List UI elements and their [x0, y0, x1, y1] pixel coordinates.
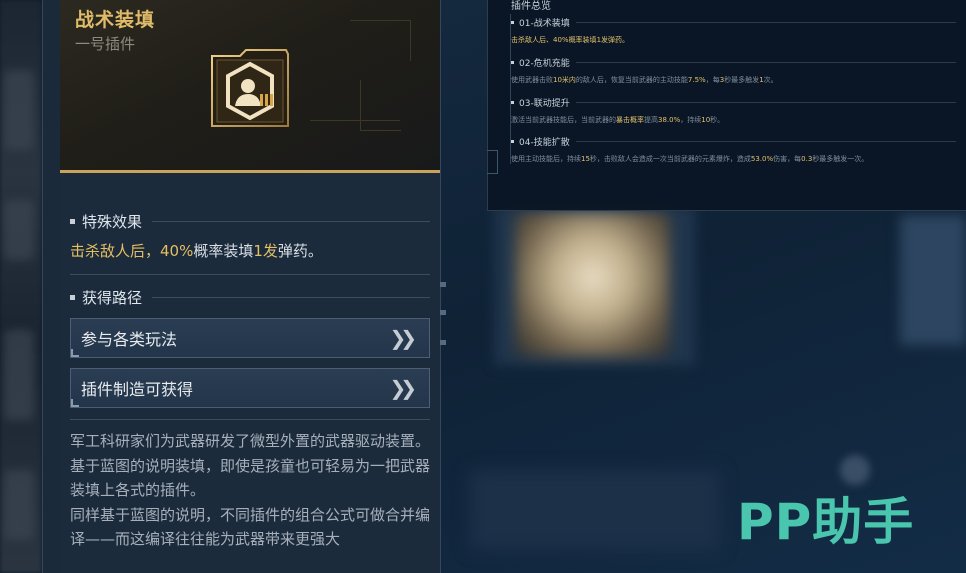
lore-paragraph: 基于蓝图的说明装填，即使是孩童也可轻易为一把武器装填上各式的插件。: [70, 456, 431, 500]
special-effect-text: 击杀敌人后，40%概率装填1发弹药。: [70, 240, 323, 261]
overview-item: 01-战术装填击杀敌人后、40%概率装填1发弹药。: [511, 16, 956, 45]
overview-desc-part: 40%: [553, 36, 569, 44]
overview-item-desc: 激活当前武器技能后，当前武器的暴击概率提高38.0%，持续10秒。: [511, 115, 956, 125]
overview-item: 04-技能扩散使用主动技能后，持续15秒，击败敌人会造成一次当前武器的元素爆炸，…: [511, 135, 956, 164]
lore-paragraph: 同样基于蓝图的说明，不同插件的组合公式可做合并编译——而这编译往往能为武器带来更…: [70, 505, 431, 549]
overview-side-tab[interactable]: [487, 150, 498, 174]
overview-item: 02-危机充能使用武器击败10米内的敌人后，恢复当前武器的主动技能7.5%，每3…: [511, 56, 956, 85]
overview-desc-part: ，每: [705, 76, 720, 84]
route-button-crafting[interactable]: 插件制造可获得 ❯❯: [70, 368, 430, 408]
double-chevron-right-icon: ❯❯: [389, 376, 416, 400]
effect-text-part: 弹药。: [277, 242, 323, 260]
overview-desc-part: 38.0%: [658, 116, 681, 124]
overview-item-desc: 使用武器击败10米内的敌人后，恢复当前武器的主动技能7.5%，每3秒最多触发1次…: [511, 75, 956, 85]
section-divider: [70, 419, 430, 420]
plugin-body: 特殊效果 击杀敌人后，40%概率装填1发弹药。 获得路径 参与各类玩法 ❯❯ 插…: [60, 173, 440, 573]
acquire-heading: 获得路径: [70, 287, 430, 308]
overview-desc-part: 秒最多触发一次。: [812, 155, 869, 163]
overview-desc-part: 10: [701, 116, 711, 124]
plugin-overview-panel: 插件总览 01-战术装填击杀敌人后、40%概率装填1发弹药。 02-危机充能使用武…: [487, 0, 966, 211]
double-chevron-right-icon: ❯❯: [389, 326, 416, 350]
plugin-title: 战术装填: [75, 9, 156, 31]
panel-edge-tab: [440, 340, 446, 345]
overview-item: 03-联动提升激活当前武器技能后，当前武器的暴击概率提高38.0%，持续10秒。: [511, 96, 956, 125]
overview-item-name: 03-联动提升: [519, 99, 570, 109]
overview-desc-part: ，持续: [680, 116, 702, 124]
pp-assistant-watermark: PP助手: [737, 493, 915, 551]
overview-desc-part: 10米内: [553, 76, 576, 84]
overview-item-desc: 使用主动技能后，持续15秒，击败敌人会造成一次当前武器的元素爆炸，造成53.0%…: [511, 154, 956, 164]
background-blur-bar: [470, 470, 720, 550]
overview-desc-part: 0.3: [801, 155, 813, 163]
overview-desc-part: 击杀敌人后、: [511, 36, 553, 44]
overview-desc-part: 伤害，每: [773, 155, 802, 163]
route-label: 参与各类玩法: [81, 330, 178, 349]
effect-text-part: 击杀敌人后，: [70, 242, 161, 260]
overview-desc-part: 的敌人后，恢复当前武器的主动技能: [575, 76, 688, 84]
overview-item-name: 04-技能扩散: [519, 138, 570, 148]
overview-desc-part: 53.0%: [750, 155, 774, 163]
plugin-detail-panel: 战术装填 一号插件 特殊效果 击杀敌人后，40%概率装填1发弹药。 获得路径 参…: [42, 0, 441, 573]
overview-desc-part: 秒最多触发: [724, 76, 760, 84]
route-button-gameplay[interactable]: 参与各类玩法 ❯❯: [70, 318, 430, 358]
special-effect-title: 特殊效果: [82, 213, 143, 231]
plugin-lore-text: 军工科研家们为武器研发了微型外置的武器驱动装置。 基于蓝图的说明装填，即使是孩童…: [70, 429, 430, 552]
overview-item-name: 01-战术装填: [519, 19, 570, 29]
overview-desc-part: 激活当前武器技能后，当前武器的: [511, 116, 616, 124]
section-divider: [70, 274, 430, 275]
background-left-blur: [0, 0, 42, 573]
overview-desc-part: 使用主动技能后，持续: [511, 155, 581, 163]
effect-text-part: 1发: [253, 242, 278, 260]
lore-paragraph: 军工科研家们为武器研发了微型外置的武器驱动装置。: [70, 432, 431, 450]
panel-edge-tab: [440, 310, 446, 315]
panel-edge-tab: [440, 282, 446, 287]
overview-desc-part: 1发: [596, 36, 609, 44]
special-effect-heading: 特殊效果: [70, 211, 430, 232]
background-blur-portrait: [515, 212, 670, 357]
overview-desc-part: 秒。: [710, 116, 725, 124]
effect-text-part: 概率装填: [193, 242, 254, 260]
background-blur-dot: [840, 455, 870, 485]
overview-item-name: 02-危机充能: [519, 59, 570, 69]
route-label: 插件制造可获得: [81, 380, 194, 399]
overview-desc-part: 使用武器击败: [511, 76, 553, 84]
overview-desc-part: 15: [581, 155, 590, 163]
overview-desc-part: 次。: [763, 76, 778, 84]
acquire-title: 获得路径: [82, 289, 143, 307]
overview-item-desc: 击杀敌人后、40%概率装填1发弹药。: [511, 35, 956, 45]
plugin-header: 战术装填 一号插件: [60, 0, 440, 173]
overview-desc-part: 提高: [644, 116, 658, 124]
overview-title: 插件总览: [511, 1, 551, 12]
overview-desc-part: 弹药。: [608, 36, 630, 44]
plugin-subtitle: 一号插件: [75, 35, 136, 53]
overview-desc-part: 暴击概率: [616, 116, 644, 124]
overview-desc-part: 7.5%: [687, 76, 706, 84]
overview-desc-part: 秒，击败敌人会造成一次当前武器的元素爆炸，造成: [589, 155, 751, 163]
overview-desc-part: 概率装填: [568, 36, 597, 44]
background-blur-bar: [900, 215, 966, 345]
tactical-reload-plugin-icon: [210, 48, 290, 130]
effect-text-part: 40%: [160, 242, 194, 260]
